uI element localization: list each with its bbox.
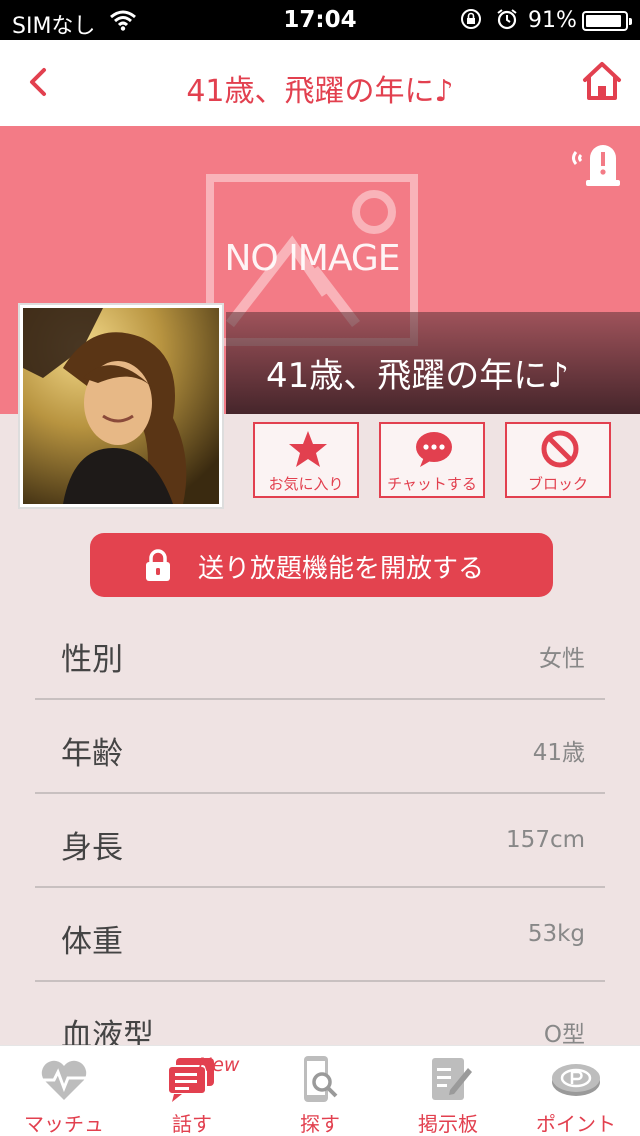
board-edit-icon: [432, 1058, 472, 1100]
heart-pulse-icon: [40, 1060, 88, 1100]
row-key: 性別: [61, 642, 123, 678]
row-value: 女性: [539, 646, 585, 672]
row-value: O型: [543, 1022, 585, 1048]
block-button[interactable]: ブロック: [505, 422, 611, 498]
lock-icon: [146, 549, 170, 581]
tab-label: 掲示板: [418, 1112, 478, 1136]
tab-label: 探す: [300, 1112, 340, 1136]
block-label: ブロック: [527, 475, 588, 493]
navigation-bar: 41歳、飛躍の年に♪: [0, 40, 640, 126]
row-value: 157cm: [506, 827, 585, 853]
unlock-label: 送り放題機能を開放する: [198, 554, 485, 584]
profile-row-weight: 体重 53kg: [35, 888, 605, 982]
favorite-button[interactable]: お気に入り: [253, 422, 359, 498]
tab-search[interactable]: 探す: [256, 1046, 384, 1136]
battery-icon: [582, 11, 632, 31]
chat-bubble-icon: [416, 432, 452, 467]
tab-bar: マッチュ New 話す 探す 掲示板 ポイント: [0, 1045, 640, 1136]
tab-board[interactable]: 掲示板: [384, 1046, 512, 1136]
star-icon: [289, 431, 327, 467]
rotation-lock-icon: [461, 9, 481, 29]
tab-match[interactable]: マッチュ: [0, 1046, 128, 1136]
new-badge: New: [198, 1054, 240, 1076]
chat-button[interactable]: チャットする: [379, 422, 485, 498]
battery-percent: 91%: [528, 8, 577, 33]
row-key: 年齢: [61, 736, 123, 772]
no-image-label: NO IMAGE: [224, 238, 400, 279]
profile-photo: [23, 308, 219, 504]
favorite-label: お気に入り: [268, 475, 344, 493]
alert-icon[interactable]: [568, 136, 624, 188]
tab-points[interactable]: ポイント: [512, 1046, 640, 1136]
unlock-unlimited-button[interactable]: 送り放題機能を開放する: [90, 533, 553, 597]
status-bar: SIMなし 17:04 91%: [0, 0, 640, 40]
row-value: 41歳: [532, 740, 585, 766]
phone-search-icon: [304, 1056, 338, 1102]
profile-row-gender: 性別 女性: [35, 606, 605, 700]
block-icon: [541, 430, 579, 468]
point-coin-icon: [552, 1064, 600, 1096]
tab-label: 話す: [172, 1112, 212, 1136]
page-title: 41歳、飛躍の年に♪: [186, 74, 454, 109]
row-value: 53kg: [527, 921, 585, 947]
tab-label: ポイント: [536, 1112, 616, 1136]
row-key: 体重: [61, 924, 123, 960]
tab-talk[interactable]: New 話す: [128, 1046, 256, 1136]
profile-row-height: 身長 157cm: [35, 794, 605, 888]
profile-row-age: 年齢 41歳: [35, 700, 605, 794]
alarm-icon: [497, 9, 517, 30]
display-name: 41歳、飛躍の年に♪: [266, 356, 569, 396]
avatar[interactable]: [18, 303, 224, 509]
tab-label: マッチュ: [24, 1112, 104, 1136]
profile-details: 性別 女性 年齢 41歳 身長 157cm 体重 53kg 血液型 O型: [35, 606, 605, 1076]
home-icon[interactable]: [580, 58, 624, 104]
chat-label: チャットする: [387, 475, 477, 493]
row-key: 身長: [61, 830, 123, 866]
